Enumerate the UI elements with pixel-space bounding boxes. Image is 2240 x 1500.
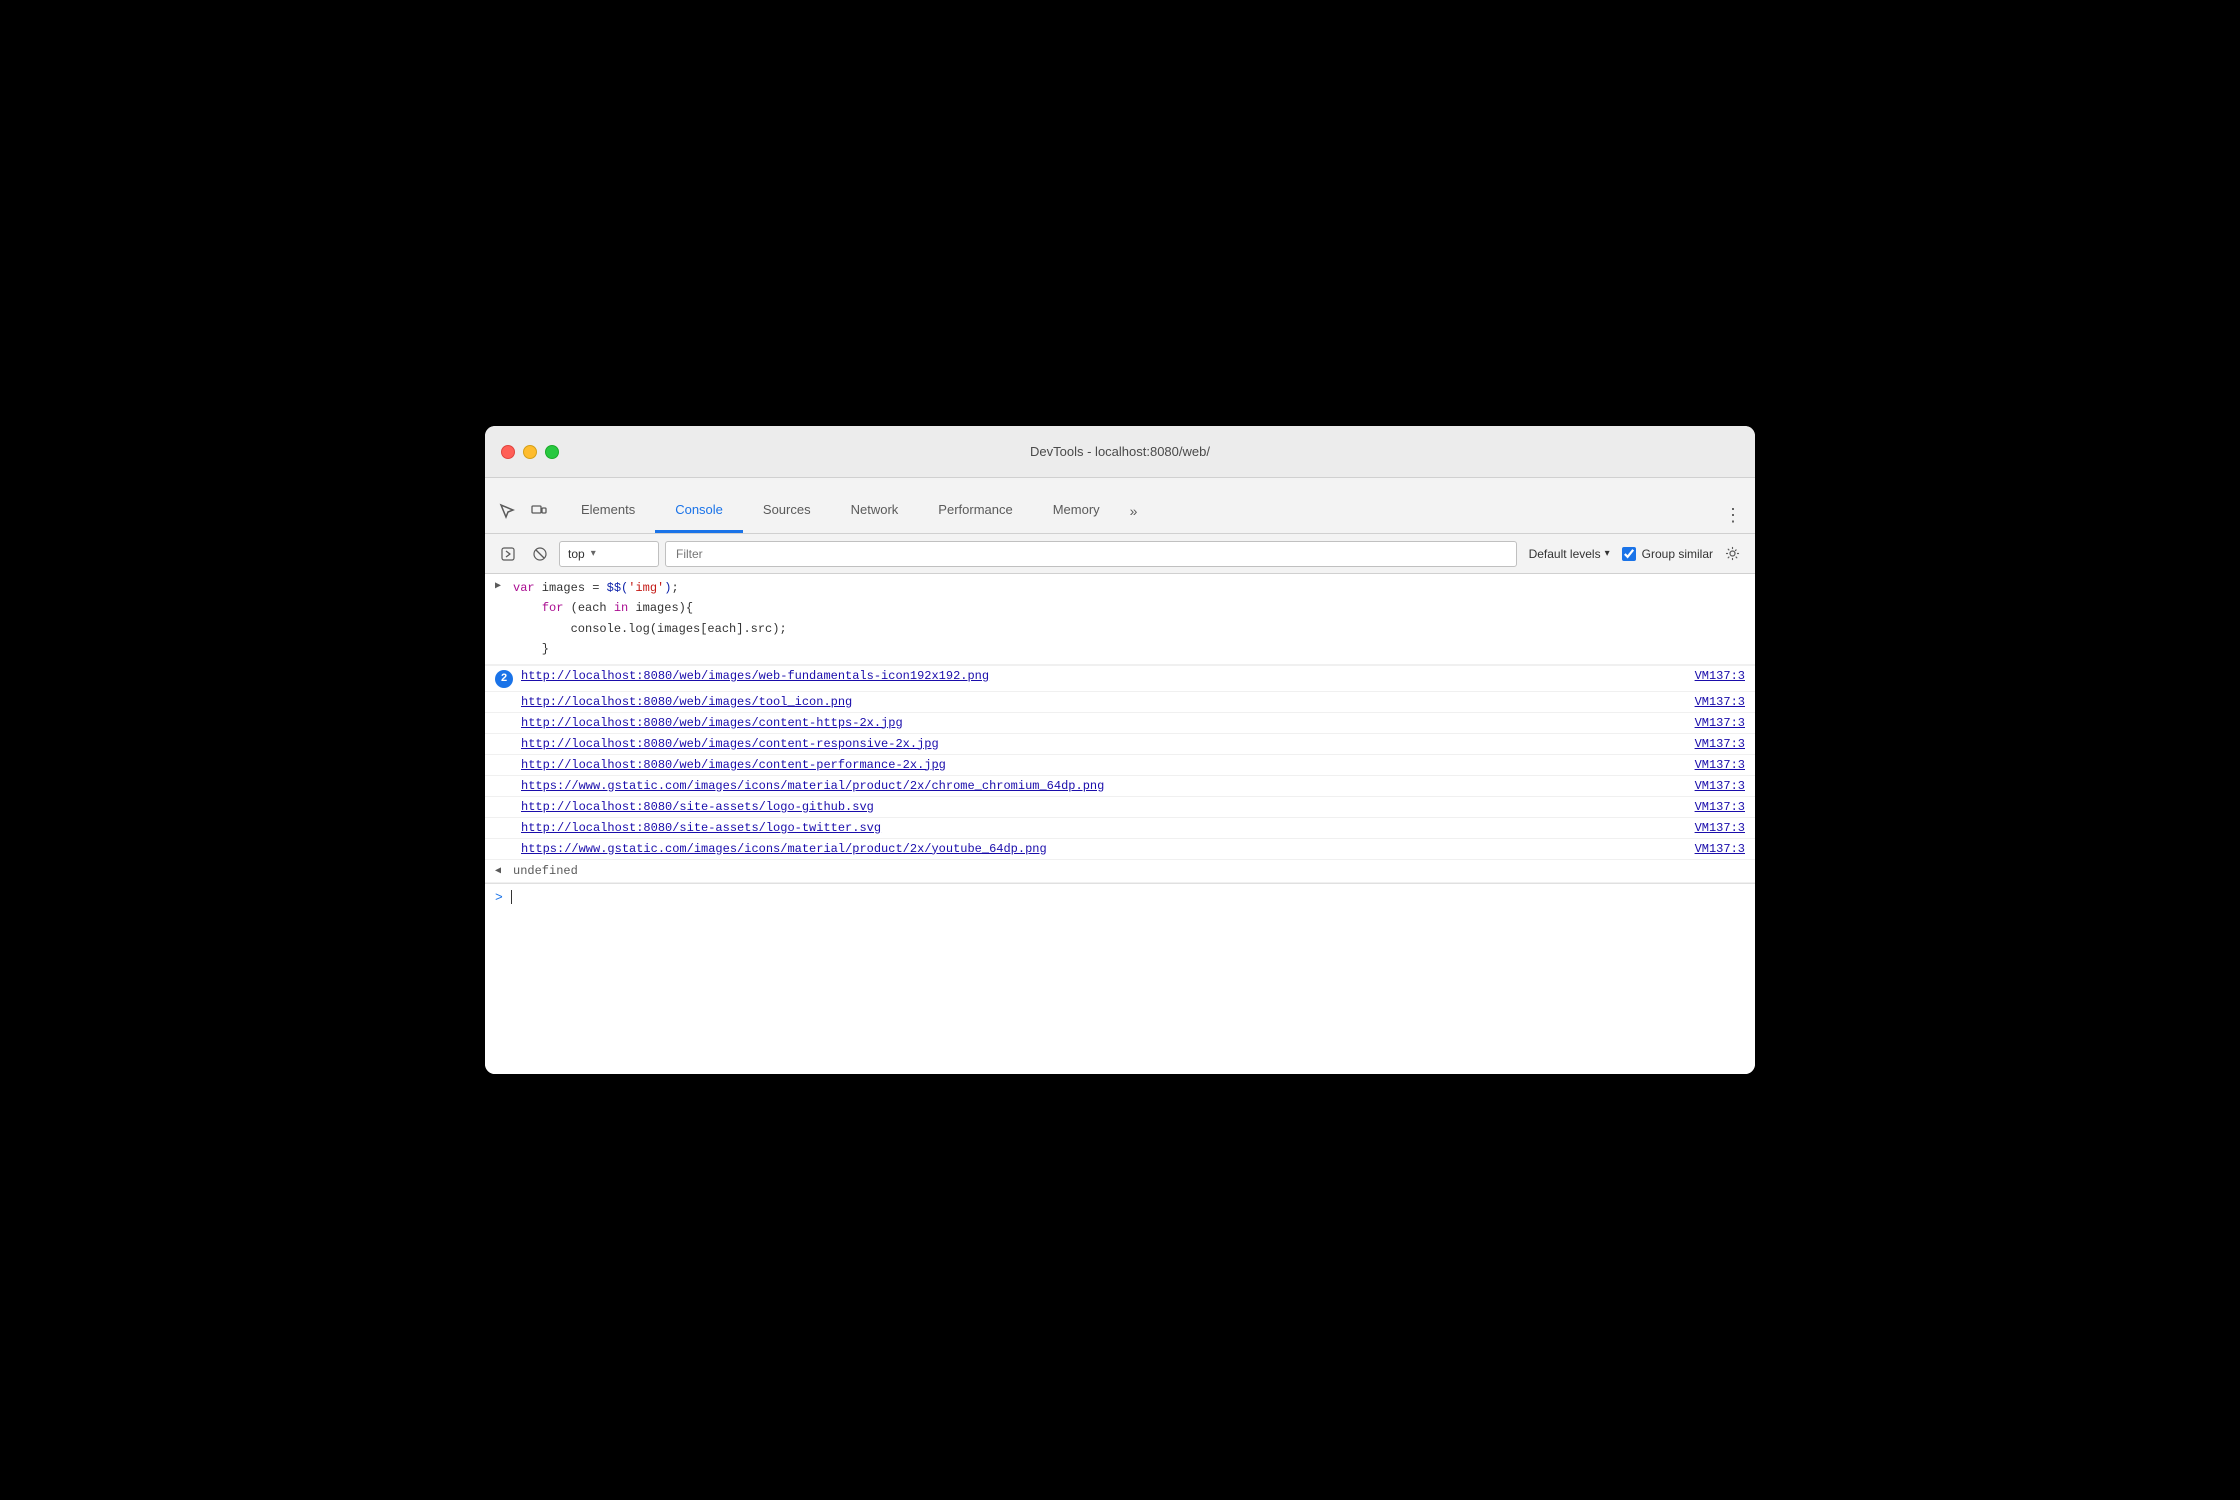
log-url-link[interactable]: http://localhost:8080/web/images/web-fun…	[521, 669, 989, 683]
log-row: http://localhost:8080/site-assets/logo-t…	[485, 818, 1755, 839]
tab-performance[interactable]: Performance	[918, 489, 1032, 533]
console-toolbar: top ▾ Default levels ▾ Group similar	[485, 534, 1755, 574]
log-row-inner: http://localhost:8080/web/images/content…	[495, 758, 1679, 772]
undefined-text: undefined	[513, 864, 578, 878]
context-selector-arrow-icon: ▾	[591, 548, 596, 559]
context-selector[interactable]: top ▾	[559, 541, 659, 567]
title-bar: DevTools - localhost:8080/web/	[485, 426, 1755, 478]
tab-console[interactable]: Console	[655, 489, 743, 533]
maximize-button[interactable]	[545, 445, 559, 459]
log-source-link[interactable]: VM137:3	[1695, 758, 1745, 772]
traffic-lights	[501, 445, 559, 459]
clear-console-button[interactable]	[527, 541, 553, 567]
tabs: Elements Console Sources Network Perform…	[561, 489, 1719, 533]
log-row: https://www.gstatic.com/images/icons/mat…	[485, 839, 1755, 860]
log-url-link[interactable]: http://localhost:8080/web/images/content…	[521, 716, 903, 730]
minimize-button[interactable]	[523, 445, 537, 459]
log-row-inner: https://www.gstatic.com/images/icons/mat…	[495, 842, 1679, 856]
tab-memory[interactable]: Memory	[1033, 489, 1120, 533]
log-url-link[interactable]: http://localhost:8080/web/images/content…	[521, 737, 939, 751]
log-row-inner: http://localhost:8080/web/images/content…	[495, 716, 1679, 730]
log-source-link[interactable]: VM137:3	[1695, 842, 1745, 856]
log-row: http://localhost:8080/web/images/content…	[485, 713, 1755, 734]
log-source-link[interactable]: VM137:3	[1695, 695, 1745, 709]
settings-button[interactable]	[1719, 541, 1745, 567]
log-url-link[interactable]: http://localhost:8080/web/images/tool_ic…	[521, 695, 852, 709]
console-prompt[interactable]: >	[485, 883, 1755, 911]
context-value: top	[568, 547, 585, 561]
log-row-inner: http://localhost:8080/site-assets/logo-t…	[495, 821, 1679, 835]
console-output: var images = $$('img'); for (each in ima…	[485, 574, 1755, 1074]
undefined-result: undefined	[485, 860, 1755, 883]
console-input-entry: var images = $$('img'); for (each in ima…	[485, 574, 1755, 665]
inspect-element-button[interactable]	[493, 497, 521, 525]
devtools-window: DevTools - localhost:8080/web/ Elements …	[485, 426, 1755, 1074]
log-source-link[interactable]: VM137:3	[1695, 716, 1745, 730]
tab-bar: Elements Console Sources Network Perform…	[485, 478, 1755, 534]
log-url-link[interactable]: http://localhost:8080/site-assets/logo-t…	[521, 821, 881, 835]
log-row: http://localhost:8080/web/images/tool_ic…	[485, 692, 1755, 713]
log-row: http://localhost:8080/web/images/content…	[485, 755, 1755, 776]
log-row: http://localhost:8080/web/images/content…	[485, 734, 1755, 755]
filter-input[interactable]	[665, 541, 1517, 567]
log-url-link[interactable]: http://localhost:8080/web/images/content…	[521, 758, 946, 772]
log-source-link[interactable]: VM137:3	[1695, 669, 1745, 683]
log-row-inner: 2 http://localhost:8080/web/images/web-fu…	[495, 669, 1679, 688]
log-source-link[interactable]: VM137:3	[1695, 821, 1745, 835]
tab-bar-icons	[493, 497, 553, 533]
group-similar-label: Group similar	[1622, 547, 1713, 561]
tab-sources[interactable]: Sources	[743, 489, 831, 533]
log-url-link[interactable]: http://localhost:8080/site-assets/logo-g…	[521, 800, 874, 814]
log-levels-button[interactable]: Default levels ▾	[1523, 547, 1616, 561]
device-toolbar-button[interactable]	[525, 497, 553, 525]
group-similar-text: Group similar	[1642, 547, 1713, 561]
tab-elements[interactable]: Elements	[561, 489, 655, 533]
more-tabs-button[interactable]: »	[1120, 489, 1148, 533]
prompt-cursor	[511, 890, 512, 904]
log-row-inner: http://localhost:8080/site-assets/logo-g…	[495, 800, 1679, 814]
log-source-link[interactable]: VM137:3	[1695, 800, 1745, 814]
log-entries-container: 2 http://localhost:8080/web/images/web-fu…	[485, 665, 1755, 860]
console-code: var images = $$('img'); for (each in ima…	[513, 578, 1747, 660]
group-similar-checkbox[interactable]	[1622, 547, 1636, 561]
log-row-inner: https://www.gstatic.com/images/icons/mat…	[495, 779, 1679, 793]
log-row: https://www.gstatic.com/images/icons/mat…	[485, 776, 1755, 797]
log-row-inner: http://localhost:8080/web/images/tool_ic…	[495, 695, 1679, 709]
log-levels-label: Default levels	[1529, 547, 1601, 561]
log-source-link[interactable]: VM137:3	[1695, 737, 1745, 751]
log-count-badge: 2	[495, 670, 513, 688]
execute-script-button[interactable]	[495, 541, 521, 567]
window-title: DevTools - localhost:8080/web/	[1030, 444, 1210, 459]
close-button[interactable]	[501, 445, 515, 459]
log-url-link[interactable]: https://www.gstatic.com/images/icons/mat…	[521, 779, 1104, 793]
tab-network[interactable]: Network	[831, 489, 919, 533]
prompt-arrow-icon: >	[495, 890, 503, 905]
devtools-menu-button[interactable]: ⋮	[1719, 505, 1747, 533]
log-row: http://localhost:8080/site-assets/logo-g…	[485, 797, 1755, 818]
log-source-link[interactable]: VM137:3	[1695, 779, 1745, 793]
log-row-inner: http://localhost:8080/web/images/content…	[495, 737, 1679, 751]
log-url-link[interactable]: https://www.gstatic.com/images/icons/mat…	[521, 842, 1047, 856]
log-levels-arrow-icon: ▾	[1605, 548, 1610, 559]
log-row: 2 http://localhost:8080/web/images/web-fu…	[485, 665, 1755, 692]
